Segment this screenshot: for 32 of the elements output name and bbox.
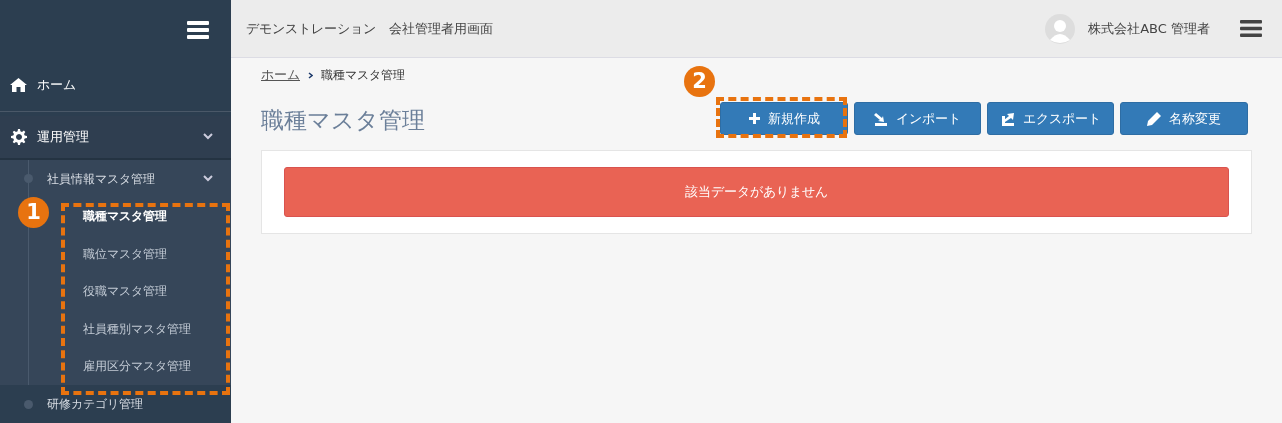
callout-badge: 2	[684, 66, 715, 97]
chevron-down-icon[interactable]	[203, 175, 213, 182]
nav-item[interactable]: 職位マスタ管理	[83, 244, 167, 263]
chevron-right-icon	[308, 71, 313, 79]
action-button[interactable]: エクスポート	[987, 102, 1114, 135]
chevron-down-icon[interactable]	[203, 133, 213, 140]
breadcrumb-link[interactable]: ホーム	[261, 65, 300, 85]
menu-icon[interactable]	[187, 20, 209, 39]
action-button[interactable]: 新規作成	[720, 102, 848, 135]
app-title: デモンストレーション 会社管理者用画面	[246, 19, 494, 38]
pencil-icon	[1147, 111, 1161, 126]
nav-item[interactable]: 社員種別マスタ管理	[83, 319, 191, 338]
nav-item[interactable]: 雇用区分マスタ管理	[83, 357, 191, 376]
menu-icon[interactable]	[1240, 20, 1262, 37]
nav-label: ホーム	[37, 76, 77, 95]
page-title: 職種マスタ管理	[261, 109, 426, 135]
import-icon	[874, 111, 888, 126]
nav-row[interactable]: ホーム	[0, 59, 231, 112]
breadcrumb-current: 職種マスタ管理	[321, 67, 405, 84]
nav-item[interactable]: 社員情報マスタ管理	[47, 169, 203, 188]
export-icon	[1000, 111, 1015, 126]
nav-item[interactable]: 役職マスタ管理	[83, 282, 167, 301]
nav-label: 運用管理	[37, 127, 90, 146]
home-icon	[10, 78, 27, 92]
settings-icon	[10, 128, 27, 145]
nav-item[interactable]: 研修カテゴリ管理	[47, 395, 213, 413]
action-button[interactable]: インポート	[854, 102, 981, 135]
plus-icon	[748, 113, 760, 124]
action-button[interactable]: 名称変更	[1120, 102, 1248, 135]
user-name[interactable]: 株式会社ABC 管理者	[1088, 18, 1210, 39]
empty-alert: 該当データがありません	[284, 167, 1229, 217]
nav-item[interactable]: 職種マスタ管理	[83, 207, 167, 226]
